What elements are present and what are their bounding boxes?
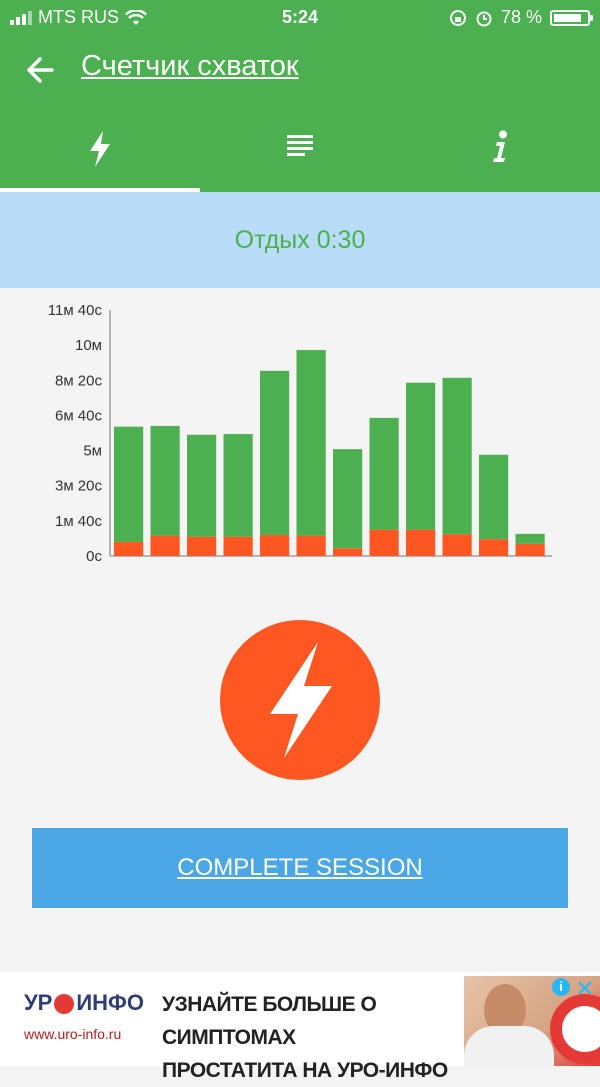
alarm-icon (476, 11, 492, 26)
bar-interval (515, 533, 545, 544)
bar-interval (406, 382, 436, 530)
battery-icon (550, 9, 593, 26)
y-tick-label: 1м 40с (55, 513, 103, 530)
bar-interval (187, 434, 217, 537)
bar-contraction-duration (369, 529, 399, 556)
bar-interval (369, 417, 399, 530)
rotation-lock-icon (449, 9, 466, 26)
bar-contraction-duration (223, 536, 253, 556)
bar-interval (296, 350, 326, 536)
bar-contraction-duration (296, 535, 326, 556)
bar-interval (223, 434, 253, 537)
bar-contraction-duration (150, 535, 180, 556)
status-bar: MTS RUS 5:24 78 % (0, 0, 600, 36)
logo-mark-icon (54, 994, 75, 1015)
toolbar: Счетчик схваток (0, 42, 600, 96)
bar-interval (333, 449, 363, 549)
app-bar: MTS RUS 5:24 78 % Счетчик схваток (0, 0, 600, 192)
bar-contraction-duration (515, 543, 545, 556)
bar-interval (150, 425, 180, 536)
y-tick-label: 8м 20с (55, 372, 103, 389)
tab-history[interactable] (200, 110, 400, 192)
bar-contraction-duration (187, 536, 217, 556)
lightning-icon (270, 642, 332, 758)
ad-url: www.uro-info.ru (24, 1026, 122, 1042)
y-tick-label: 5м (83, 443, 102, 460)
y-tick-label: 11м 40с (48, 302, 103, 319)
bar-contraction-duration (260, 534, 290, 556)
tab-info[interactable] (400, 110, 600, 192)
y-tick-label: 10м (75, 337, 102, 354)
y-tick-label: 0с (86, 548, 102, 565)
bar-contraction-duration (406, 529, 436, 556)
lightning-icon (90, 131, 110, 167)
battery-percent: 78 % (500, 7, 542, 27)
ad-logo: УР ИНФО (24, 990, 144, 1015)
bar-interval (442, 377, 472, 535)
y-tick-label: 3м 20с (55, 478, 103, 495)
list-icon (287, 135, 313, 156)
ad-info-icon[interactable]: i (552, 978, 570, 996)
start-contraction-button[interactable] (220, 620, 380, 780)
bar-contraction-duration (114, 541, 144, 556)
bar-contraction-duration (479, 539, 509, 556)
back-arrow-icon[interactable] (22, 50, 62, 90)
bar-contraction-duration (442, 534, 472, 556)
ad-close-icon[interactable]: ✕ (576, 976, 594, 1002)
tab-contractions[interactable] (0, 110, 200, 192)
ad-text: УЗНАЙТЕ БОЛЬШЕ О СИМПТОМАХ ПРОСТАТИТА НА… (162, 993, 448, 1082)
bar-interval (114, 426, 144, 542)
tab-bar (0, 110, 600, 192)
contraction-chart: 11м 40с 10м 8м 20с 6м 40с 5м 3м 20с 1м 40с 0с (48, 302, 552, 565)
complete-session-button[interactable]: COMPLETE SESSION (32, 828, 568, 908)
info-icon (493, 130, 507, 162)
bar-contraction-duration (333, 548, 363, 556)
rest-timer-banner: Отдых 0:30 (0, 192, 600, 288)
bar-interval (479, 454, 509, 540)
ad-banner[interactable]: УР ИНФО www.uro-info.ru УЗНАЙТЕ БОЛЬШЕ О … (0, 972, 600, 1082)
page-title: Счетчик схваток (81, 50, 299, 82)
y-tick-label: 6м 40с (55, 407, 103, 424)
bar-interval (260, 370, 290, 535)
